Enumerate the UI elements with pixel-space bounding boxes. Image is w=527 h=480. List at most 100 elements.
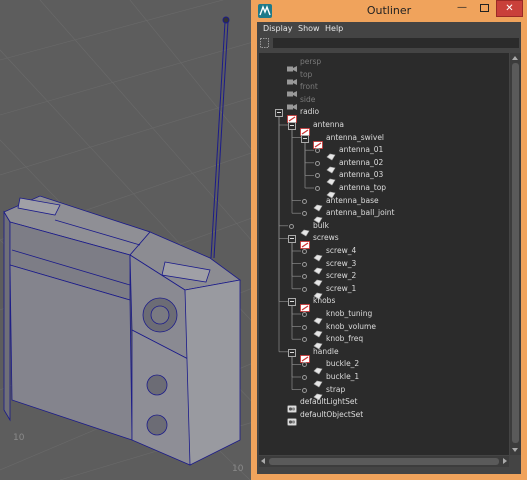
connector-dot-icon [302, 387, 307, 393]
menu-show[interactable]: Show [298, 24, 320, 33]
outliner-row-label: screw_2 [326, 271, 357, 281]
outliner-row-label: persp [300, 57, 322, 66]
group-icon [300, 234, 310, 250]
outliner-row-label: top [300, 69, 313, 79]
outliner-row-label: antenna [313, 120, 345, 129]
connector-dot-icon [302, 337, 307, 343]
outliner-row[interactable]: handle [259, 346, 509, 363]
mesh-icon [313, 386, 323, 401]
outliner-row[interactable]: knobs [259, 295, 509, 313]
scroll-left-arrow-icon[interactable] [261, 458, 265, 464]
outliner-row[interactable]: buckle_2 [259, 358, 509, 375]
search-input[interactable] [273, 38, 519, 48]
camera-icon [287, 71, 297, 85]
outliner-row[interactable]: radio [259, 106, 509, 124]
outliner-row[interactable]: screw_4 [259, 245, 509, 262]
outliner-row-label: antenna_swivel [326, 132, 385, 142]
set-icon [287, 411, 297, 426]
group-icon [300, 297, 310, 313]
camera-icon [287, 58, 297, 72]
connector-dot-icon [302, 286, 307, 292]
outliner-row-label: screw_4 [326, 246, 357, 255]
connector-dot-icon [302, 198, 307, 204]
menu-bar: Display Show Help [257, 22, 521, 36]
outliner-row[interactable]: buckle_1 [259, 371, 509, 388]
outliner-row[interactable]: knob_tuning [259, 308, 509, 325]
outliner-row-label: bulk [313, 220, 329, 230]
outliner-row[interactable]: front [259, 81, 509, 98]
outliner-row[interactable]: knob_volume [259, 321, 509, 338]
connector-dot-icon [315, 173, 320, 179]
outliner-row-label: strap [326, 384, 346, 394]
outliner-row[interactable]: antenna_top [259, 182, 509, 199]
outliner-row[interactable]: antenna_swivel [259, 132, 509, 149]
outliner-row-label: knob_volume [326, 321, 376, 331]
outliner-row[interactable]: screws [259, 232, 509, 250]
outliner-row[interactable]: defaultObjectSet [259, 409, 509, 426]
minimize-button[interactable]: — [452, 0, 472, 17]
menu-help[interactable]: Help [325, 24, 343, 33]
outliner-row-label: antenna_top [339, 183, 387, 192]
outliner-row-label: buckle_2 [326, 359, 360, 369]
outliner-row[interactable]: persp [259, 56, 509, 72]
collapse-toggle-icon[interactable] [288, 348, 296, 357]
outliner-row[interactable]: screw_2 [259, 270, 509, 287]
menu-display[interactable]: Display [263, 24, 293, 33]
camera-icon [287, 96, 297, 110]
camera-icon [287, 83, 297, 98]
filter-icon[interactable] [260, 38, 269, 48]
outliner-row-label: knob_freq [326, 334, 364, 344]
outliner-row[interactable]: antenna_ball_joint [259, 207, 509, 224]
mesh-icon [326, 146, 336, 161]
outliner-row[interactable]: top [259, 69, 509, 85]
outliner-row[interactable]: bulk [259, 220, 509, 237]
outliner-row[interactable]: antenna_01 [259, 144, 509, 161]
horizontal-scroll-thumb[interactable] [269, 458, 499, 465]
outliner-row[interactable]: antenna_02 [259, 157, 509, 174]
outliner-window: Outliner — ✕ Display Show Help persp top f… [251, 0, 527, 480]
outliner-row[interactable]: antenna_03 [259, 169, 509, 186]
connector-dot-icon [302, 312, 307, 317]
outliner-tree[interactable]: persp top front side radio antenna antenna_swi… [259, 53, 509, 455]
group-icon [287, 108, 297, 124]
outliner-row[interactable]: antenna [259, 119, 509, 136]
outliner-row[interactable]: defaultLightSet [259, 396, 509, 413]
mesh-icon [326, 184, 336, 199]
collapse-toggle-icon[interactable] [288, 298, 296, 307]
connector-dot-icon [289, 223, 294, 229]
outliner-row-label: knob_tuning [326, 309, 373, 318]
group-icon [313, 134, 323, 149]
connector-dot-icon [302, 261, 307, 267]
close-button[interactable]: ✕ [496, 0, 523, 17]
maximize-button[interactable] [474, 0, 494, 17]
scroll-right-arrow-icon[interactable] [503, 458, 507, 464]
outliner-row[interactable]: knob_freq [259, 333, 509, 350]
outliner-row-label: radio [300, 107, 320, 117]
connector-dot-icon [302, 324, 307, 330]
outliner-row[interactable]: antenna_base [259, 195, 509, 212]
collapse-toggle-icon[interactable] [288, 122, 296, 130]
scroll-up-arrow-icon[interactable] [512, 56, 518, 60]
outliner-row[interactable]: screw_3 [259, 258, 509, 275]
title-bar[interactable]: Outliner — ✕ [251, 0, 527, 22]
group-icon [300, 121, 310, 136]
mesh-icon [326, 159, 336, 174]
scroll-down-arrow-icon[interactable] [512, 448, 518, 452]
group-icon [300, 348, 310, 363]
vertical-scrollbar[interactable] [510, 53, 521, 455]
vertical-scroll-thumb[interactable] [512, 63, 519, 443]
outliner-row-label: antenna_02 [339, 157, 384, 167]
outliner-row-label: defaultLightSet [300, 397, 358, 407]
collapse-toggle-icon[interactable] [301, 134, 309, 143]
collapse-toggle-icon[interactable] [275, 109, 283, 118]
outliner-row[interactable]: screw_1 [259, 283, 509, 300]
connector-dot-icon [315, 160, 320, 166]
collapse-toggle-icon[interactable] [288, 235, 296, 244]
mesh-icon [313, 260, 323, 275]
outliner-row[interactable]: strap [259, 384, 509, 401]
horizontal-scrollbar[interactable] [259, 456, 509, 467]
mesh-icon [326, 171, 336, 186]
connector-dot-icon [302, 249, 307, 254]
outliner-row-label: antenna_01 [339, 145, 384, 155]
outliner-row[interactable]: side [259, 94, 509, 110]
